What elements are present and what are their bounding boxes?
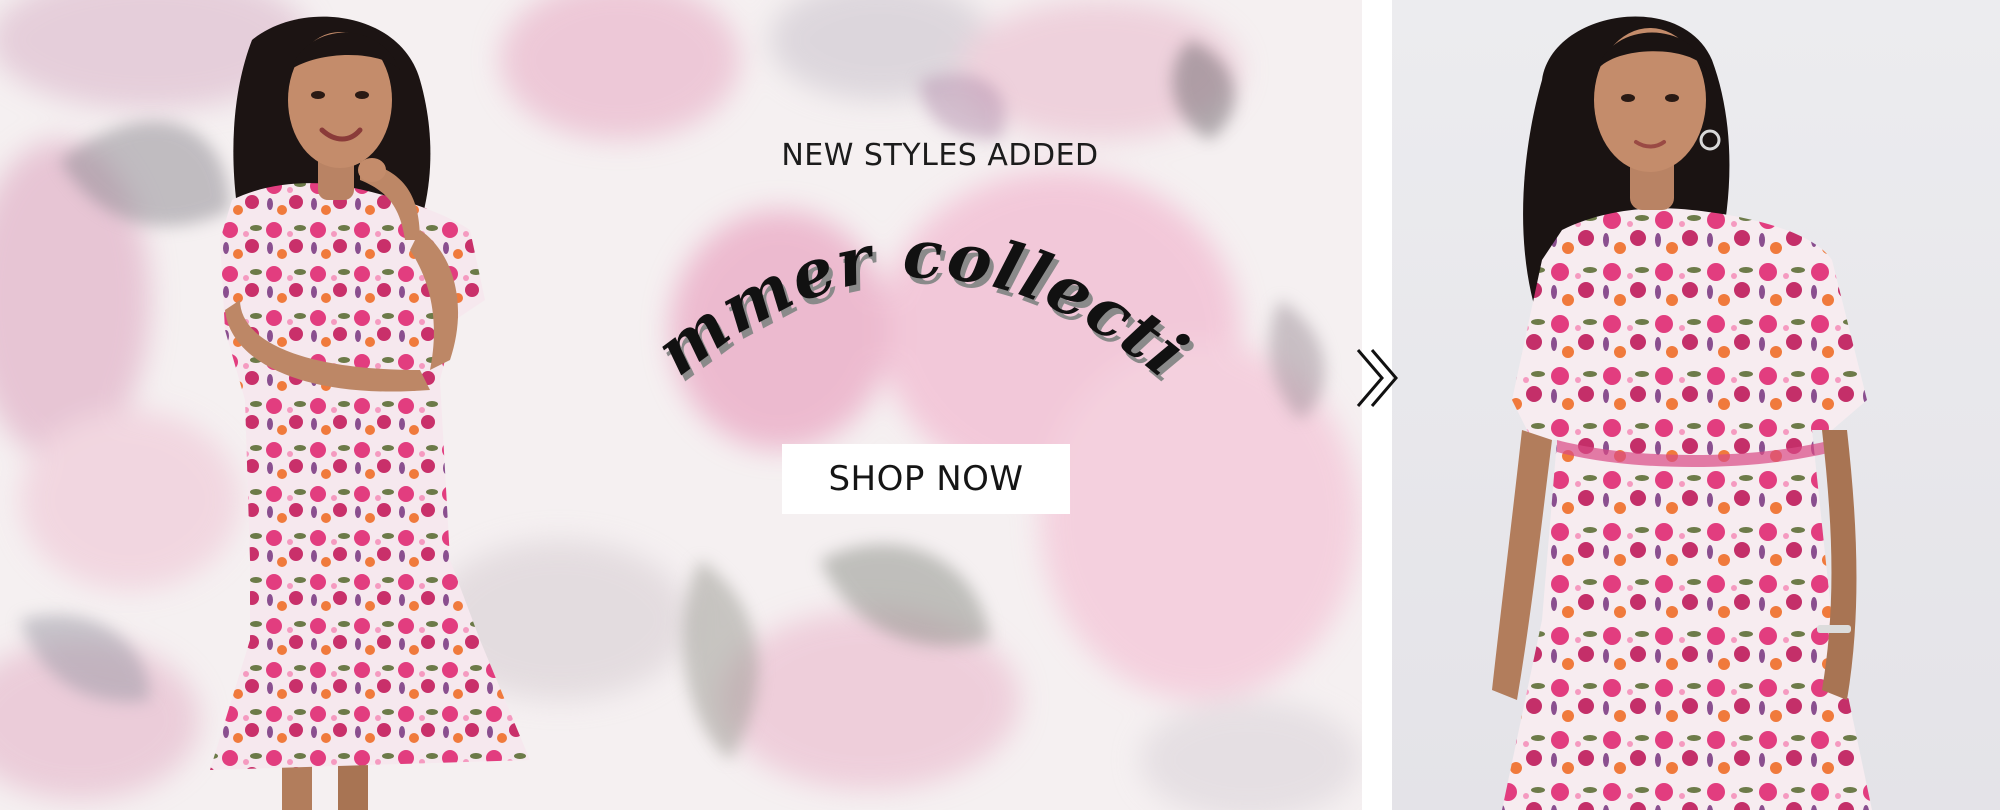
summer-collection-title: Summer collection Summer collection bbox=[620, 200, 1205, 399]
headline-new-styles: NEW STYLES ADDED bbox=[781, 138, 1099, 173]
shop-now-button[interactable]: SHOP NOW bbox=[782, 444, 1070, 514]
hero-right-panel bbox=[1392, 0, 2000, 810]
model-in-floral-dress-image bbox=[210, 16, 530, 810]
double-chevron-right-icon[interactable] bbox=[1354, 346, 1406, 410]
hero-banner: NEW STYLES ADDED Summer collection Summe… bbox=[0, 0, 2000, 810]
model-in-floral-dress-closeup-image bbox=[1492, 16, 1872, 810]
